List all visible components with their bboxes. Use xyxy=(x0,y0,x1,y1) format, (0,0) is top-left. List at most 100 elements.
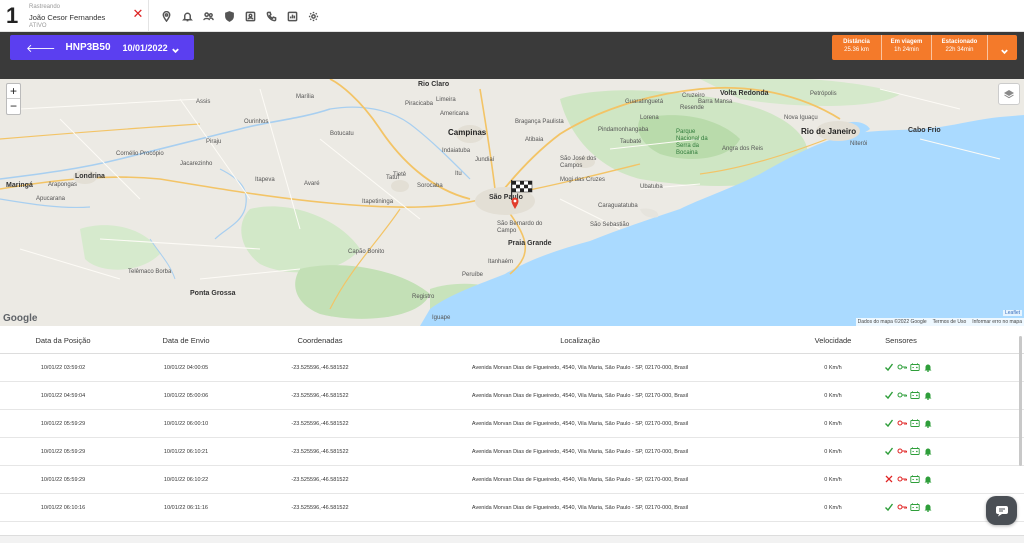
stat-label: Em viagem xyxy=(890,39,923,45)
map-attribution: Dados do mapa ©2022 Google Termos de Uso… xyxy=(855,318,1024,326)
bell-icon xyxy=(924,476,932,484)
chevron-down-icon[interactable] xyxy=(1000,43,1009,61)
map-label: Cornélio Procópio xyxy=(116,151,164,157)
map-label: Mogi das Cruzes xyxy=(560,177,606,183)
battery-icon xyxy=(910,419,920,427)
check-icon xyxy=(885,503,894,512)
vehicle-position-marker[interactable] xyxy=(511,197,519,209)
map-label: Assis xyxy=(196,99,211,105)
zoom-controls: + − xyxy=(6,83,21,115)
vehicle-header: 🡐 HNP3B50 10/01/2022 Distância 25.36 km … xyxy=(0,32,1024,79)
toolbar-icons xyxy=(158,8,321,24)
id-card-icon[interactable] xyxy=(242,8,258,24)
chart-icon[interactable] xyxy=(284,8,300,24)
back-arrow-icon[interactable]: 🡐 xyxy=(26,41,56,55)
trip-stats-panel[interactable]: Distância 25.36 km Em viagem 1h 24min Es… xyxy=(832,35,1017,60)
selected-date: 10/01/2022 xyxy=(122,42,168,53)
divider xyxy=(148,0,149,32)
chat-icon xyxy=(995,505,1008,516)
map-label: Piracicaba xyxy=(405,101,434,107)
terms-link[interactable]: Termos de Uso xyxy=(933,319,967,325)
chevron-down-icon[interactable] xyxy=(171,42,180,60)
map-label: Itapeva xyxy=(255,177,275,183)
map-label: Maringá xyxy=(6,182,33,189)
cell-pos: 10/01/22 05:59:29 xyxy=(40,421,86,427)
cell-vel: 0 Km/h xyxy=(824,505,842,511)
battery-icon xyxy=(910,391,920,399)
map-label: Sorocaba xyxy=(417,183,443,189)
bell-icon xyxy=(924,420,932,428)
map-label: Bragança Paulista xyxy=(515,119,564,125)
cell-loc: Avenida Morvan Dias de Figueiredo, 4540,… xyxy=(471,477,689,483)
tracking-label: Rastreando xyxy=(29,4,61,10)
map-label: Niterói xyxy=(850,141,868,147)
cell-coord: -23.525596,-46.581522 xyxy=(291,449,349,455)
shield-icon[interactable] xyxy=(221,8,237,24)
map-label: São Sebastião xyxy=(590,222,630,228)
map-label: Itapetininga xyxy=(362,199,394,205)
table-scrollbar[interactable] xyxy=(1019,336,1022,466)
cell-coord: -23.525596,-46.581522 xyxy=(291,365,349,371)
table-row[interactable]: 10/01/22 06:10:16 10/01/22 06:11:16 -23.52… xyxy=(0,494,1024,522)
cell-pos: 10/01/22 04:59:04 xyxy=(40,393,86,399)
map-label: Itu xyxy=(455,171,462,177)
battery-icon xyxy=(910,447,920,455)
top-bar: 1 Rastreando João Cesor Fernandes ATIVO … xyxy=(0,0,1024,32)
table-row[interactable]: 10/01/22 05:59:29 10/01/22 06:10:22 -23.52… xyxy=(0,466,1024,494)
ignition-key-icon xyxy=(897,392,907,398)
vehicle-selector-button[interactable]: 🡐 HNP3B50 10/01/2022 xyxy=(10,35,194,60)
map-label: Botucatu xyxy=(330,131,354,137)
chat-button[interactable] xyxy=(986,496,1017,525)
table-row[interactable]: 10/01/22 05:59:29 10/01/22 06:00:10 -23.52… xyxy=(0,410,1024,438)
ignition-key-icon xyxy=(897,364,907,370)
leaflet-link[interactable]: Leaflet xyxy=(1002,310,1022,316)
cell-pos: 10/01/22 05:59:29 xyxy=(40,449,86,455)
map-view[interactable]: Rio Claro Piracicaba Limeira Americana C… xyxy=(0,79,1024,326)
cell-loc: Avenida Morvan Dias de Figueiredo, 4540,… xyxy=(471,421,689,427)
cell-env: 10/01/22 06:10:22 xyxy=(163,477,209,483)
map-pin-icon[interactable] xyxy=(158,8,174,24)
stat-label: Distância xyxy=(843,39,870,45)
table-body: 10/01/22 03:59:02 10/01/22 04:00:05 -23.52… xyxy=(0,354,1024,522)
report-error-link[interactable]: Informar erro no mapa xyxy=(972,319,1022,325)
users-icon[interactable] xyxy=(200,8,216,24)
map-label: Parque Nacional da Serra da Bocaina xyxy=(676,129,708,156)
zoom-out-button[interactable]: − xyxy=(7,99,20,114)
table-row[interactable]: 10/01/22 03:59:02 10/01/22 04:00:05 -23.52… xyxy=(0,354,1024,382)
map-label: Nova Iguaçu xyxy=(784,115,818,121)
driver-info: Rastreando João Cesor Fernandes ATIVO xyxy=(29,3,105,31)
column-header: Data da Posição xyxy=(35,336,91,345)
table-row[interactable]: 10/01/22 05:59:29 10/01/22 06:10:21 -23.52… xyxy=(0,438,1024,466)
cell-loc: Avenida Morvan Dias de Figueiredo, 4540,… xyxy=(471,393,689,399)
map-label: Limeira xyxy=(436,97,456,103)
map-label: São José dos Campos xyxy=(560,156,597,169)
cell-loc: Avenida Morvan Dias de Figueiredo, 4540,… xyxy=(471,505,689,511)
sensors-cell xyxy=(884,362,933,372)
phone-icon[interactable] xyxy=(263,8,279,24)
map-label: Caraguatatuba xyxy=(598,203,638,209)
map-label: Angra dos Reis xyxy=(722,146,764,152)
map-label: Resende xyxy=(680,105,705,111)
bell-icon xyxy=(924,364,932,372)
google-logo: Google xyxy=(3,313,38,324)
map-label: Registro xyxy=(412,294,435,300)
zoom-in-button[interactable]: + xyxy=(7,84,20,99)
table-row[interactable]: 10/01/22 04:59:04 10/01/22 05:00:06 -23.52… xyxy=(0,382,1024,410)
cell-coord: -23.525596,-46.581522 xyxy=(291,505,349,511)
map-label: Itanhaém xyxy=(488,259,514,265)
close-icon[interactable]: ✕ xyxy=(132,7,144,20)
tracking-number: 1 xyxy=(6,3,19,28)
bell-icon[interactable] xyxy=(179,8,195,24)
sensors-cell xyxy=(884,418,933,428)
sensors-cell xyxy=(884,502,933,512)
cell-env: 10/01/22 06:10:21 xyxy=(163,449,209,455)
cell-vel: 0 Km/h xyxy=(824,477,842,483)
map-label: Jacarezinho xyxy=(180,161,213,167)
gear-icon[interactable] xyxy=(305,8,321,24)
stat-label: Estacionado xyxy=(941,39,978,45)
map-label: Petrópolis xyxy=(810,91,837,97)
map-label: Capão Bonito xyxy=(348,249,385,255)
ignition-key-icon xyxy=(897,476,907,482)
layers-button[interactable] xyxy=(998,83,1020,105)
cell-coord: -23.525596,-46.581522 xyxy=(291,393,349,399)
